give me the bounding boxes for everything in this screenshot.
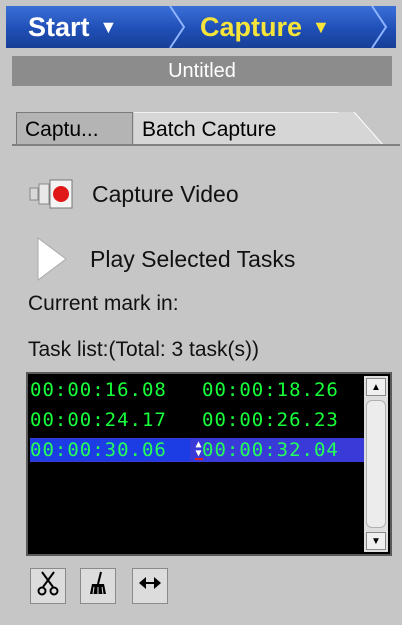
start-menu-button[interactable]: Start ▼ — [28, 6, 117, 48]
table-row-selected[interactable]: 00:00:30.06 ▲ ▼ 00:00:32.04 — [30, 438, 364, 462]
mark-in-time: 00:00:16.08 — [30, 379, 167, 401]
play-icon — [28, 237, 78, 281]
mark-out-time: 00:00:18.26 — [202, 379, 339, 401]
mark-out-time: 00:00:26.23 — [202, 409, 339, 431]
vertical-scrollbar[interactable]: ▲ ▼ — [364, 376, 388, 552]
capture-menu-button[interactable]: Capture ▼ — [200, 6, 330, 48]
arrows-horizontal-icon — [137, 573, 163, 599]
play-selected-tasks-button[interactable]: Play Selected Tasks — [28, 236, 295, 282]
breadcrumb-separator-icon — [169, 6, 186, 48]
mark-in-time-editor[interactable]: 00:00:30.06 — [30, 439, 190, 461]
breadcrumb-separator-icon — [371, 6, 388, 48]
broom-icon — [87, 570, 109, 602]
start-label: Start — [28, 11, 90, 42]
task-list-label: Task list:(Total: 3 task(s)) — [28, 338, 260, 361]
spinner-icon[interactable]: ▲ ▼ — [192, 438, 206, 462]
fit-width-button[interactable] — [132, 568, 168, 604]
mark-out-time: 00:00:32.04 — [202, 439, 339, 461]
tab-capture[interactable]: Captu... — [16, 112, 133, 146]
clear-button[interactable] — [80, 568, 116, 604]
breadcrumb-bar: Start ▼ Capture ▼ — [6, 6, 396, 48]
tab-batch-capture[interactable]: Batch Capture — [134, 112, 354, 146]
cut-button[interactable] — [30, 568, 66, 604]
capture-video-label: Capture Video — [92, 180, 239, 207]
scissors-icon — [37, 570, 59, 602]
task-list[interactable]: 00:00:16.08 00:00:18.26 00:00:24.17 00:0… — [26, 372, 392, 556]
camera-record-icon — [28, 174, 78, 214]
play-selected-tasks-label: Play Selected Tasks — [90, 245, 296, 272]
scroll-thumb[interactable] — [366, 400, 386, 528]
tab-divider — [12, 144, 400, 146]
table-row[interactable]: 00:00:16.08 00:00:18.26 — [30, 378, 364, 402]
capture-video-button[interactable]: Capture Video — [28, 174, 239, 214]
project-title: Untitled — [12, 56, 392, 86]
table-row[interactable]: 00:00:24.17 00:00:26.23 — [30, 408, 364, 432]
chevron-down-icon: ▼ — [312, 16, 330, 37]
current-mark-in-label: Current mark in: — [28, 292, 179, 315]
tab-edge-decoration — [338, 112, 385, 146]
chevron-down-icon: ▼ — [99, 16, 118, 37]
scroll-down-icon[interactable]: ▼ — [366, 532, 386, 550]
mark-in-time: 00:00:24.17 — [30, 409, 167, 431]
capture-label: Capture — [200, 11, 303, 42]
scroll-up-icon[interactable]: ▲ — [366, 378, 386, 396]
